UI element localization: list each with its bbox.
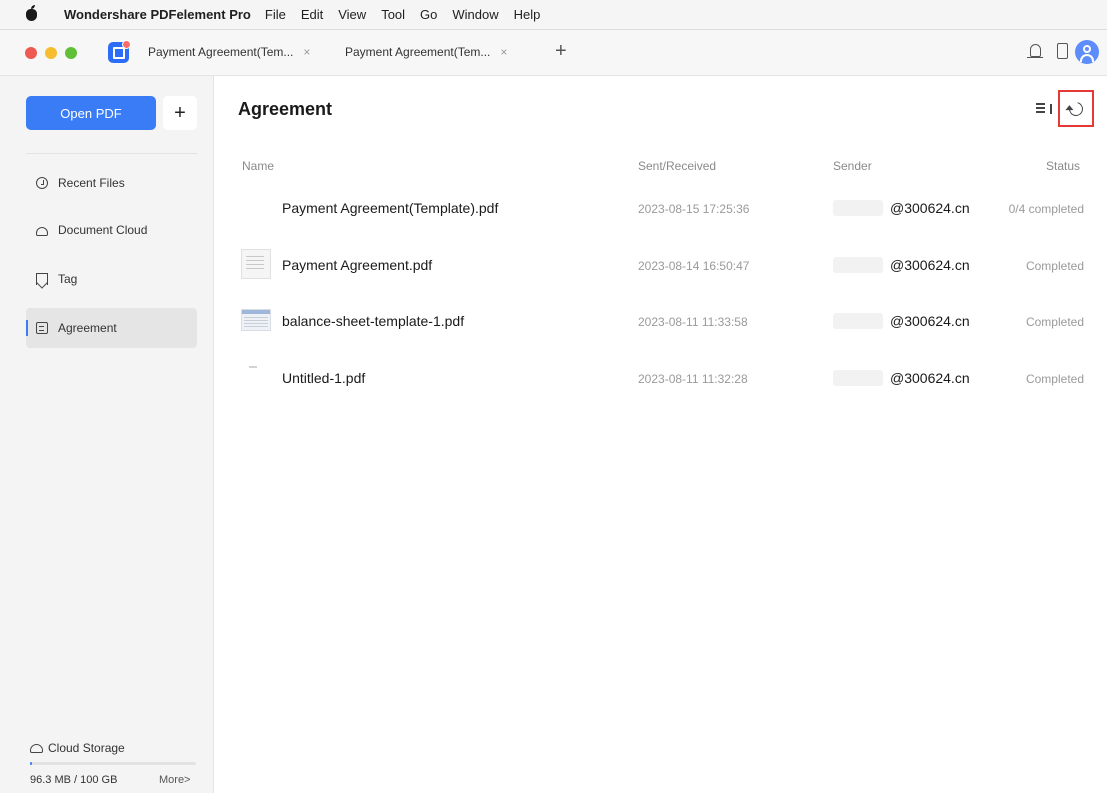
sidebar-item-document-cloud[interactable]: Document Cloud: [26, 210, 197, 250]
sender-email: @300624.cn: [890, 313, 970, 329]
sidebar-item-label: Tag: [58, 272, 78, 286]
file-name: Payment Agreement(Template).pdf: [282, 200, 499, 216]
table-row[interactable]: Untitled-1.pdf 2023-08-11 11:32:28 @3006…: [238, 359, 1088, 399]
tab-bar: Payment Agreement(Tem... × Payment Agree…: [0, 30, 1107, 76]
file-name: balance-sheet-template-1.pdf: [282, 313, 465, 329]
apple-icon[interactable]: [26, 5, 37, 21]
tag-icon: [36, 273, 48, 285]
sidebar-item-agreement[interactable]: Agreement: [26, 308, 197, 348]
menu-edit[interactable]: Edit: [301, 7, 323, 22]
notification-bell-icon[interactable]: [1027, 44, 1043, 58]
tab-document-1[interactable]: Payment Agreement(Tem... ×: [148, 45, 310, 59]
sender-blurred: [833, 257, 883, 273]
sender-email: @300624.cn: [890, 200, 970, 216]
refresh-button[interactable]: [1058, 90, 1094, 127]
document-icon: [36, 322, 48, 334]
sidebar-item-label: Agreement: [58, 321, 117, 335]
sender-blurred: [833, 200, 883, 216]
sent-date: 2023-08-11 11:33:58: [638, 315, 748, 329]
close-tab-icon[interactable]: ×: [500, 45, 507, 59]
blank-thumbnail: [241, 362, 271, 392]
close-window-button[interactable]: [25, 47, 37, 59]
sent-date: 2023-08-14 16:50:47: [638, 259, 750, 273]
menu-app-name[interactable]: Wondershare PDFelement Pro: [64, 7, 251, 22]
open-pdf-button[interactable]: Open PDF: [26, 96, 156, 130]
tab-label: Payment Agreement(Tem...: [148, 45, 294, 59]
column-header-status[interactable]: Status: [1046, 159, 1080, 173]
mobile-device-icon[interactable]: [1057, 43, 1068, 59]
table-row[interactable]: Payment Agreement(Template).pdf 2023-08-…: [238, 189, 1088, 229]
sidebar: Open PDF + Recent Files Document Cloud T…: [0, 76, 214, 793]
cloud-storage-link[interactable]: Cloud Storage: [30, 741, 125, 755]
user-avatar-icon[interactable]: [1075, 40, 1099, 64]
menu-help[interactable]: Help: [514, 7, 541, 22]
column-header-sender[interactable]: Sender: [833, 159, 872, 173]
sender-email: @300624.cn: [890, 370, 970, 386]
status-text: 0/4 completed: [1008, 202, 1084, 216]
sidebar-divider: [26, 153, 197, 154]
document-thumbnail: [241, 249, 271, 279]
tab-document-2[interactable]: Payment Agreement(Tem... ×: [345, 45, 507, 59]
sent-date: 2023-08-15 17:25:36: [638, 202, 750, 216]
file-name: Payment Agreement.pdf: [282, 257, 433, 273]
close-tab-icon[interactable]: ×: [303, 45, 310, 59]
cloud-icon: [36, 227, 48, 236]
storage-usage-bar: [30, 762, 196, 765]
table-row[interactable]: Payment Agreement.pdf 2023-08-14 16:50:4…: [238, 246, 1088, 286]
sidebar-item-tag[interactable]: Tag: [26, 259, 197, 299]
tab-label: Payment Agreement(Tem...: [345, 45, 491, 59]
create-new-button[interactable]: +: [163, 96, 197, 130]
column-header-sent-received[interactable]: Sent/Received: [638, 159, 716, 173]
menu-file[interactable]: File: [265, 7, 286, 22]
menu-window[interactable]: Window: [452, 7, 498, 22]
clock-icon: [36, 177, 48, 189]
sent-date: 2023-08-11 11:32:28: [638, 372, 748, 386]
file-name: Untitled-1.pdf: [282, 370, 366, 386]
new-tab-button[interactable]: +: [555, 40, 567, 63]
menu-tool[interactable]: Tool: [381, 7, 405, 22]
minimize-window-button[interactable]: [45, 47, 57, 59]
storage-usage-fill: [30, 762, 32, 765]
column-header-name[interactable]: Name: [242, 159, 274, 173]
cloud-storage-label: Cloud Storage: [48, 741, 125, 755]
more-storage-link[interactable]: More>: [159, 774, 191, 786]
menu-go[interactable]: Go: [420, 7, 437, 22]
status-text: Completed: [1025, 315, 1084, 329]
cloud-icon: [30, 743, 43, 753]
sender-blurred: [833, 313, 883, 329]
zoom-window-button[interactable]: [65, 47, 77, 59]
table-row[interactable]: balance-sheet-template-1.pdf 2023-08-11 …: [238, 302, 1088, 342]
sender-blurred: [833, 370, 883, 386]
page-title: Agreement: [238, 99, 333, 119]
storage-usage-text: 96.3 MB / 100 GB: [30, 774, 118, 786]
menu-view[interactable]: View: [338, 7, 366, 22]
status-text: Completed: [1025, 259, 1084, 273]
menu-bar: Wondershare PDFelement Pro File Edit Vie…: [0, 0, 1107, 30]
sidebar-item-recent-files[interactable]: Recent Files: [26, 163, 197, 203]
sender-email: @300624.cn: [890, 257, 970, 273]
status-text: Completed: [1025, 372, 1084, 386]
pdfelement-home-icon[interactable]: [108, 40, 131, 63]
sidebar-item-label: Document Cloud: [58, 223, 148, 237]
sidebar-item-label: Recent Files: [58, 176, 125, 190]
sort-icon[interactable]: [1036, 101, 1052, 115]
refresh-icon: [1066, 98, 1086, 119]
spreadsheet-thumbnail: [241, 309, 271, 331]
